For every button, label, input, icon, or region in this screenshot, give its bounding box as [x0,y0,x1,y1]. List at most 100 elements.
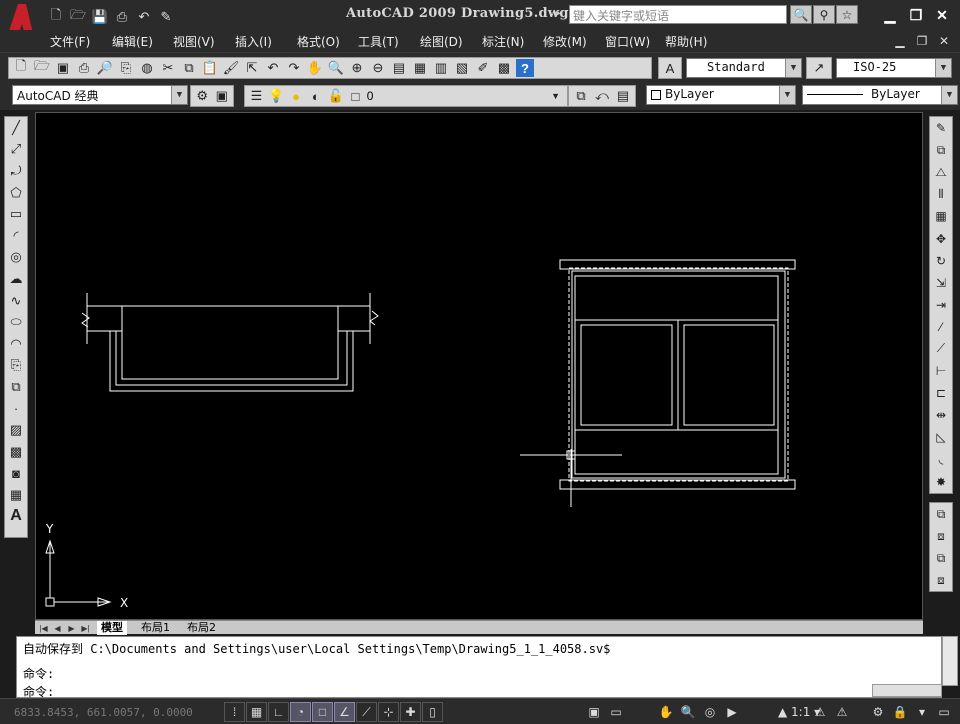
settings-gear-icon[interactable]: ⚙ [868,702,888,722]
offset-icon[interactable]: ⫴ [930,183,952,205]
model-space-icon[interactable]: ▣ [584,702,604,722]
tab-model[interactable]: 模型 [97,621,127,635]
match-properties-icon[interactable]: 🖌 [222,59,240,77]
dim-style-select[interactable]: ISO-25 ▼ [836,58,952,78]
doc-minimize-icon[interactable]: ▁ [892,33,908,49]
layer-lock-icon[interactable]: 🔓 [327,87,344,105]
favorites-icon[interactable]: ☆ [836,5,858,24]
search-input[interactable]: 键入关键字或短语 [569,5,787,24]
chevron-down-icon[interactable]: ▼ [941,86,957,104]
menu-view[interactable]: 视图(V) [173,33,235,50]
publish-icon[interactable]: ⎘ [117,59,135,77]
markup-icon[interactable]: ✐ [474,59,492,77]
arc-icon[interactable]: ◜ [5,225,27,247]
menu-file[interactable]: 文件(F) [50,33,112,50]
layout-space-icon[interactable]: ▭ [606,702,626,722]
close-icon[interactable]: ✕ [930,6,954,24]
move-icon[interactable]: ✥ [930,227,952,249]
workspace-select[interactable]: AutoCAD 经典 ▼ [12,85,188,105]
join-icon[interactable]: ⇹ [930,404,952,426]
array-icon[interactable]: ▦ [930,205,952,227]
break-icon[interactable]: ⊏ [930,382,952,404]
chevron-down-icon[interactable]: ▼ [779,86,795,104]
tray-menu-icon[interactable]: ▾ [912,702,932,722]
copy-icon[interactable]: ⧉ [180,59,198,77]
polyline-icon[interactable]: ⤾ [5,160,27,182]
revision-cloud-icon[interactable]: ☁ [5,268,27,290]
copy-object-icon[interactable]: ⧉ [930,139,952,161]
bring-to-front-icon[interactable]: ⧉ [930,503,952,525]
new-file-icon[interactable]: 🗋 [46,7,66,26]
erase-icon[interactable]: ✎ [930,117,952,139]
menu-dimension[interactable]: 标注(N) [482,33,543,50]
sheet-set-icon[interactable]: ▧ [453,59,471,77]
quickcalc-icon[interactable]: ▩ [495,59,513,77]
tab-layout1[interactable]: 布局1 [137,621,174,635]
object-snap-tracking-icon[interactable]: ∠ [334,702,355,722]
lineweight-icon[interactable]: ✚ [400,702,421,722]
qnew-icon[interactable]: 🗋 [12,58,30,77]
mirror-icon[interactable]: ⧍ [930,161,952,183]
menu-insert[interactable]: 插入(I) [235,33,297,50]
layer-states-icon[interactable]: ▤ [614,87,632,105]
search-icon[interactable]: 🔍 [790,5,812,24]
menu-tools[interactable]: 工具(T) [358,33,420,50]
ortho-mode-icon[interactable]: ∟ [268,702,289,722]
text-style-icon[interactable]: A [662,59,678,77]
dim-style-icon[interactable]: ↗ [810,59,828,77]
paste-icon[interactable]: 📋 [201,59,219,77]
make-block-icon[interactable]: ⧉ [5,376,27,398]
maximize-icon[interactable]: ❐ [904,6,928,24]
object-snap-icon[interactable]: □ [312,702,333,722]
workspace-settings-icon[interactable]: ⚙ [194,87,211,105]
polar-tracking-icon[interactable]: ◔ [290,702,311,722]
layer-vp-freeze-icon[interactable]: ◐ [307,87,324,105]
minimize-icon[interactable]: ▁ [878,6,902,24]
save-icon[interactable]: ▣ [54,59,72,77]
plot-icon[interactable]: ⎙ [75,59,93,77]
edit-icon[interactable]: ✎ [156,8,176,26]
zoom-window-icon[interactable]: ⊕ [348,59,366,77]
extend-icon[interactable]: ⟋ [930,338,952,360]
point-icon[interactable]: · [5,398,27,420]
drawing-canvas[interactable]: Y X [35,112,923,620]
workspace-toggle-icon[interactable]: ▣ [214,87,231,105]
quick-properties-icon[interactable]: ▯ [422,702,443,722]
stretch-icon[interactable]: ⇥ [930,294,952,316]
steering-wheel-icon[interactable]: ◎ [700,702,720,722]
tab-layout2[interactable]: 布局2 [183,621,220,635]
chevron-down-icon[interactable]: ▼ [171,86,187,104]
print-icon[interactable]: ⎙ [112,8,132,26]
layer-previous-icon[interactable]: ⤺ [593,87,611,105]
menu-format[interactable]: 格式(O) [297,33,358,50]
send-under-icon[interactable]: ⧈ [930,569,952,591]
grid-display-icon[interactable]: ▦ [246,702,267,722]
pan-status-icon[interactable]: ✋ [656,702,676,722]
send-to-back-icon[interactable]: ⧈ [930,525,952,547]
redo-icon[interactable]: ↷ [285,59,303,77]
zoom-previous-icon[interactable]: ⊖ [369,59,387,77]
break-at-point-icon[interactable]: ⊢ [930,360,952,382]
menu-help[interactable]: 帮助(H) [665,33,725,50]
3d-dwf-icon[interactable]: ◍ [138,59,156,77]
menu-edit[interactable]: 编辑(E) [112,33,173,50]
communication-icon[interactable]: ⚲ [813,5,835,24]
gradient-icon[interactable]: ▩ [5,441,27,463]
undo-icon[interactable]: ↶ [134,8,154,26]
rectangle-icon[interactable]: ▭ [5,203,27,225]
ellipse-arc-icon[interactable]: ◠ [5,333,27,355]
ellipse-icon[interactable]: ⬭ [5,311,27,333]
construction-line-icon[interactable]: ⤢ [5,139,27,161]
zoom-status-icon[interactable]: 🔍 [678,702,698,722]
color-select[interactable]: ByLayer ▼ [646,85,796,105]
linetype-select[interactable]: ByLayer ▼ [802,85,958,105]
prev-tab-icon[interactable]: ◀ [51,622,64,634]
search-arrow-icon[interactable]: ▸ [556,8,561,19]
text-style-select[interactable]: Standard ▼ [686,58,802,78]
bring-above-icon[interactable]: ⧉ [930,547,952,569]
chevron-down-icon[interactable]: ▼ [547,87,564,105]
next-tab-icon[interactable]: ▶ [65,622,78,634]
doc-close-icon[interactable]: ✕ [936,33,952,49]
open-icon[interactable]: 🗁 [33,58,51,77]
circle-icon[interactable]: ◎ [5,247,27,269]
